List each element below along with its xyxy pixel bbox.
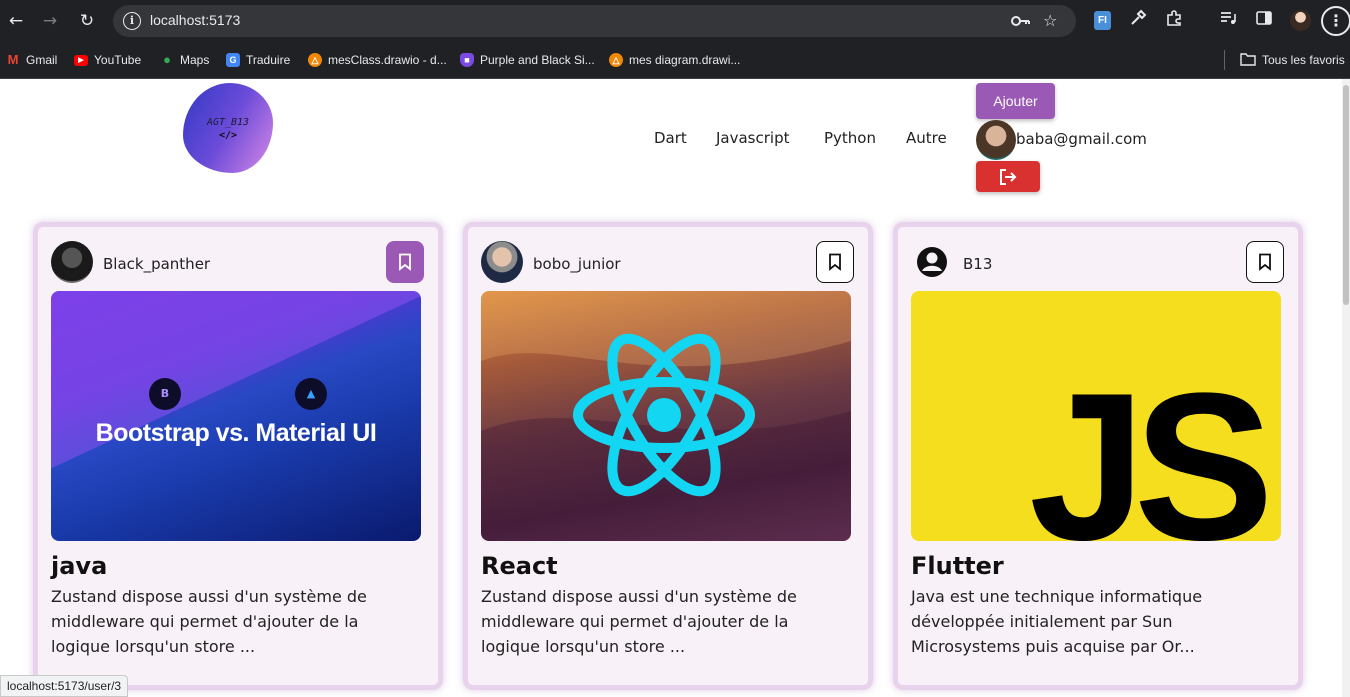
- post-card[interactable]: B13 JS Flutter Java est une technique in…: [893, 222, 1303, 690]
- eyedropper-icon[interactable]: [1126, 9, 1150, 33]
- card-description: Java est une technique informatique déve…: [911, 587, 1203, 656]
- maps-pin-icon: ●: [163, 52, 171, 67]
- bookmark-gmail[interactable]: M Gmail: [6, 51, 58, 69]
- bookmark-label: Gmail: [26, 53, 58, 67]
- scrollbar-thumb[interactable]: [1343, 85, 1349, 305]
- key-icon[interactable]: [1009, 10, 1031, 38]
- card-title[interactable]: java: [51, 552, 107, 580]
- translate-icon: G: [226, 53, 240, 67]
- drawio-icon: △: [609, 53, 623, 67]
- drawio-icon: △: [308, 53, 322, 67]
- bookmark-traduire[interactable]: G Traduire: [226, 51, 290, 69]
- page-scrollbar[interactable]: [1342, 79, 1350, 697]
- logo-code-tag: </>: [218, 130, 238, 141]
- bookmark-purple-black[interactable]: ■ Purple and Black Si...: [460, 51, 595, 69]
- bookmark-label: mes diagram.drawi...: [629, 53, 741, 67]
- logout-icon: [1000, 169, 1017, 185]
- bookmark-youtube[interactable]: ▶ YouTube: [74, 51, 141, 69]
- bookmark-label: Purple and Black Si...: [480, 53, 595, 67]
- page-content: AGT_B13 </> Dart Javascript Python Autre…: [0, 79, 1342, 697]
- site-logo[interactable]: AGT_B13 </>: [183, 83, 273, 173]
- user-email: baba@gmail.com: [1016, 130, 1147, 148]
- nav-javascript[interactable]: Javascript: [716, 129, 789, 147]
- bookmark-icon: [399, 253, 411, 271]
- card-image[interactable]: JS: [911, 291, 1281, 541]
- logo-title: AGT_B13: [206, 117, 250, 128]
- nav-dart[interactable]: Dart: [654, 129, 687, 147]
- react-logo-icon: [481, 291, 851, 541]
- nav-python[interactable]: Python: [824, 129, 876, 147]
- author-name[interactable]: Black_panther: [103, 255, 210, 273]
- profile-avatar[interactable]: [1290, 10, 1311, 31]
- youtube-icon: ▶: [74, 54, 88, 66]
- extension-fi-icon[interactable]: FI: [1094, 11, 1111, 30]
- user-avatar[interactable]: [976, 120, 1016, 160]
- bookmark-label: Traduire: [246, 53, 291, 67]
- bookmark-maps[interactable]: ● Maps: [160, 51, 209, 69]
- bookmark-button[interactable]: [816, 241, 854, 283]
- logout-button[interactable]: [976, 161, 1040, 192]
- browser-toolbar: ← → ↻ i localhost:5173 ☆ FI ⋮: [0, 0, 1350, 42]
- reload-icon[interactable]: ↻: [75, 9, 99, 33]
- bookmark-button[interactable]: [386, 241, 424, 283]
- folder-icon: [1240, 52, 1256, 69]
- js-logo-text: JS: [1029, 349, 1274, 542]
- author-avatar[interactable]: [481, 241, 523, 283]
- image-diagonal: [51, 291, 421, 541]
- link-status-bar: localhost:5173/user/3: [0, 675, 129, 697]
- bookmark-mesclass[interactable]: △ mesClass.drawio - d...: [308, 51, 447, 69]
- back-arrow-icon[interactable]: ←: [4, 9, 28, 33]
- site-info-icon[interactable]: i: [123, 12, 141, 30]
- card-image[interactable]: [481, 291, 851, 541]
- address-url[interactable]: localhost:5173: [150, 12, 240, 28]
- bookmark-button[interactable]: [1246, 241, 1284, 283]
- author-name[interactable]: bobo_junior: [533, 255, 621, 273]
- canva-shield-icon: ■: [460, 53, 474, 67]
- bookmark-star-icon[interactable]: ☆: [1043, 10, 1057, 32]
- post-card[interactable]: bobo_junior React Zustand dispose aussi …: [463, 222, 873, 690]
- side-panel-icon[interactable]: [1252, 9, 1276, 33]
- card-title[interactable]: React: [481, 552, 558, 580]
- post-card[interactable]: Black_panther B ▲ Bootstrap vs. Material…: [33, 222, 443, 690]
- bookmark-label: Maps: [180, 53, 210, 67]
- bookmark-mes-diagram[interactable]: △ mes diagram.drawi...: [609, 51, 740, 69]
- author-avatar[interactable]: [51, 241, 93, 283]
- kebab-menu-icon[interactable]: ⋮: [1321, 6, 1350, 36]
- card-description: Zustand dispose aussi d'un système de mi…: [481, 587, 797, 656]
- author-name[interactable]: B13: [963, 255, 992, 273]
- bookmark-label: mesClass.drawio - d...: [328, 53, 447, 67]
- add-button[interactable]: Ajouter: [976, 83, 1055, 119]
- default-user-icon[interactable]: [911, 241, 953, 283]
- forward-arrow-icon[interactable]: →: [38, 9, 62, 33]
- card-title[interactable]: Flutter: [911, 552, 1004, 580]
- material-ui-logo-icon: ▲: [295, 378, 327, 410]
- address-bar[interactable]: i localhost:5173 ☆: [113, 5, 1076, 37]
- bookmark-icon: [1259, 253, 1271, 271]
- bookmarks-bar: M Gmail ▶ YouTube ● Maps G Traduire △ me…: [0, 42, 1350, 79]
- image-headline: Bootstrap vs. Material UI: [95, 419, 377, 447]
- gmail-icon: M: [7, 52, 19, 67]
- all-bookmarks-folder[interactable]: Tous les favoris: [1240, 51, 1345, 69]
- bookmark-icon: [829, 253, 841, 271]
- all-bookmarks-label: Tous les favoris: [1262, 53, 1345, 67]
- nav-autre[interactable]: Autre: [906, 129, 947, 147]
- card-description: Zustand dispose aussi d'un système de mi…: [51, 587, 367, 656]
- extensions-puzzle-icon[interactable]: [1162, 9, 1186, 33]
- bookmarks-divider: [1224, 50, 1225, 70]
- bookmark-label: YouTube: [94, 53, 142, 67]
- card-image[interactable]: B ▲ Bootstrap vs. Material UI: [51, 291, 421, 541]
- media-queue-icon[interactable]: [1216, 9, 1240, 33]
- bootstrap-logo-icon: B: [149, 378, 181, 410]
